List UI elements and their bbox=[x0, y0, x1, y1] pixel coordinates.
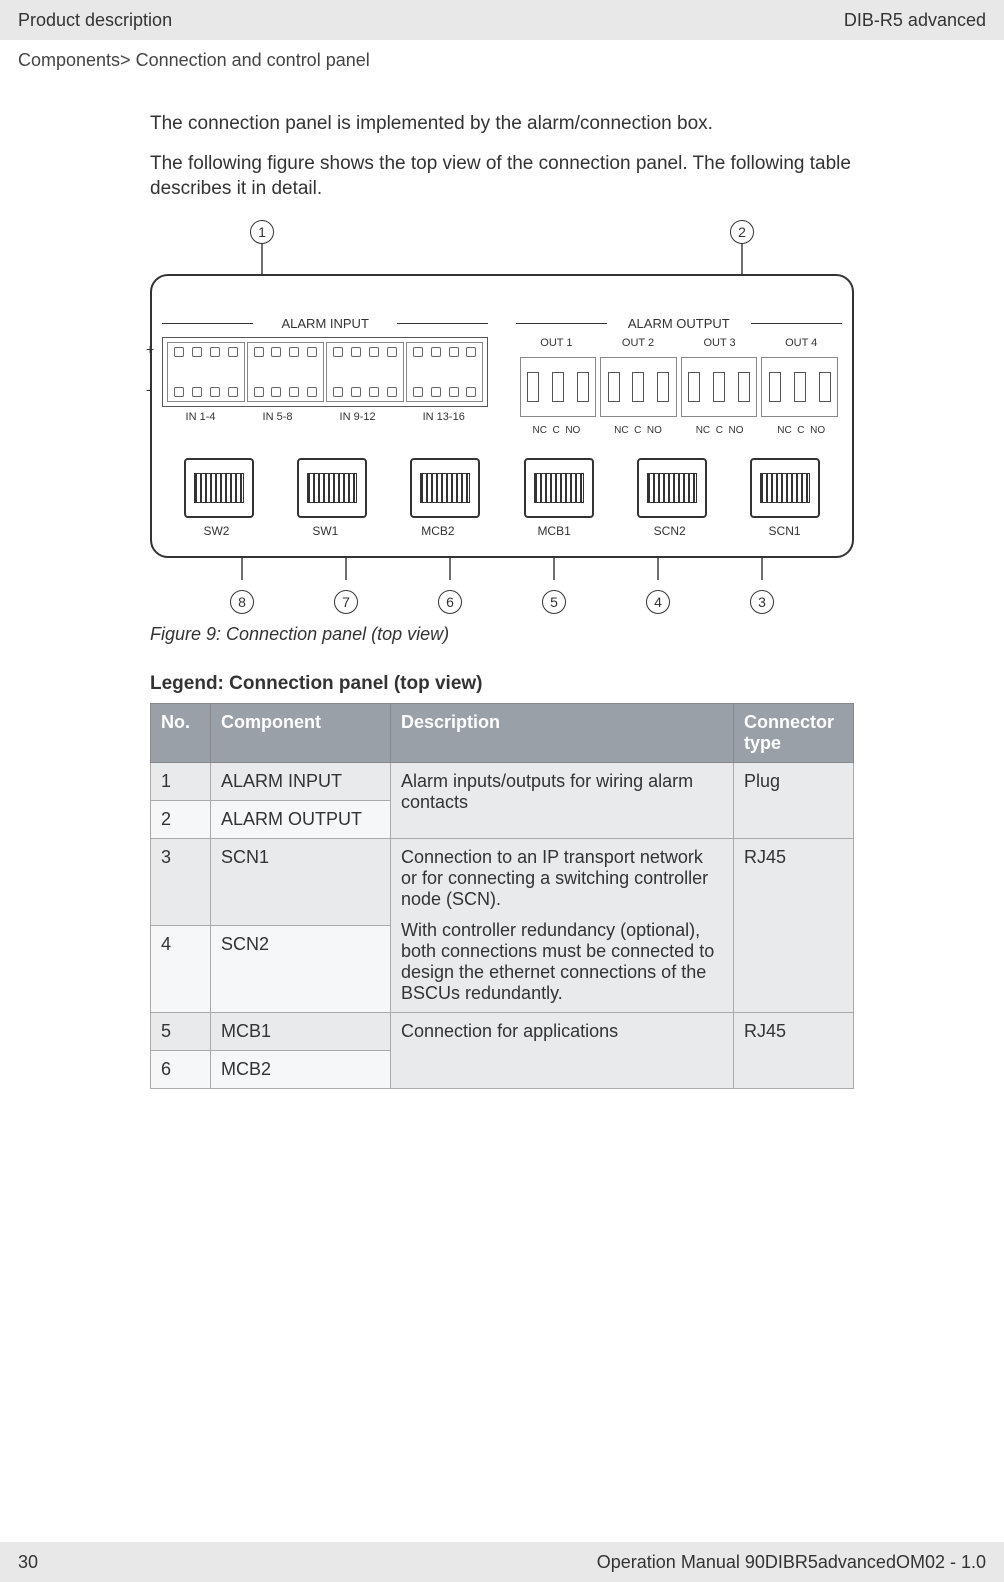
callout-2: 2 bbox=[730, 220, 754, 244]
table-row: 1 ALARM INPUT Alarm inputs/outputs for w… bbox=[151, 762, 854, 800]
in-label-3: IN 9-12 bbox=[340, 411, 376, 423]
rj45-label-sw2: SW2 bbox=[203, 524, 229, 538]
table-row: 5 MCB1 Connection for applications RJ45 bbox=[151, 1012, 854, 1050]
th-description: Description bbox=[391, 703, 734, 762]
callout-7: 7 bbox=[334, 590, 358, 614]
th-no: No. bbox=[151, 703, 211, 762]
header-left: Product description bbox=[18, 10, 172, 31]
legend-title: Legend: Connection panel (top view) bbox=[150, 673, 854, 695]
rj45-label-mcb2: MCB2 bbox=[421, 524, 454, 538]
out-label-3: OUT 3 bbox=[703, 337, 735, 349]
table-row: 3 SCN1 Connection to an IP transport net… bbox=[151, 838, 854, 925]
callout-3: 3 bbox=[750, 590, 774, 614]
legend-table: No. Component Description Connector type… bbox=[150, 703, 854, 1089]
in-label-2: IN 5-8 bbox=[263, 411, 293, 423]
alarm-output-title: ALARM OUTPUT bbox=[516, 316, 842, 331]
out-label-2: OUT 2 bbox=[622, 337, 654, 349]
out-label-1: OUT 1 bbox=[540, 337, 572, 349]
rj45-label-scn1: SCN1 bbox=[769, 524, 801, 538]
figure-connection-panel: 1 2 ALARM INPUT + - bbox=[150, 220, 854, 645]
callout-1: 1 bbox=[250, 220, 274, 244]
rj45-label-sw1: SW1 bbox=[312, 524, 338, 538]
alarm-input-section: ALARM INPUT + - IN 1-4 IN 5-8 bbox=[162, 316, 488, 436]
port-mcb1 bbox=[524, 458, 594, 518]
port-scn1 bbox=[750, 458, 820, 518]
page-footer: 30 Operation Manual 90DIBR5advancedOM02 … bbox=[0, 1542, 1004, 1582]
port-sw2 bbox=[184, 458, 254, 518]
th-component: Component bbox=[211, 703, 391, 762]
callout-8: 8 bbox=[230, 590, 254, 614]
figure-caption: Figure 9: Connection panel (top view) bbox=[150, 624, 854, 645]
manual-id: Operation Manual 90DIBR5advancedOM02 - 1… bbox=[597, 1552, 986, 1573]
header-right: DIB-R5 advanced bbox=[844, 10, 986, 31]
intro-para-1: The connection panel is implemented by t… bbox=[150, 111, 854, 137]
callout-4: 4 bbox=[646, 590, 670, 614]
in-label-1: IN 1-4 bbox=[186, 411, 216, 423]
in-label-4: IN 13-16 bbox=[423, 411, 465, 423]
port-scn2 bbox=[637, 458, 707, 518]
minus-label: - bbox=[146, 381, 151, 397]
rj45-label-mcb1: MCB1 bbox=[537, 524, 570, 538]
out-label-4: OUT 4 bbox=[785, 337, 817, 349]
th-connector: Connector type bbox=[734, 703, 854, 762]
alarm-input-title: ALARM INPUT bbox=[162, 316, 488, 331]
page-header: Product description DIB-R5 advanced bbox=[0, 0, 1004, 40]
alarm-output-section: ALARM OUTPUT OUT 1 OUT 2 OUT 3 OUT 4 bbox=[516, 316, 842, 436]
rj45-label-scn2: SCN2 bbox=[654, 524, 686, 538]
callout-5: 5 bbox=[542, 590, 566, 614]
intro-para-2: The following figure shows the top view … bbox=[150, 151, 854, 202]
page-number: 30 bbox=[18, 1552, 38, 1573]
port-sw1 bbox=[297, 458, 367, 518]
plus-label: + bbox=[146, 341, 154, 357]
breadcrumb: Components> Connection and control panel bbox=[0, 40, 1004, 81]
callout-6: 6 bbox=[438, 590, 462, 614]
port-mcb2 bbox=[410, 458, 480, 518]
